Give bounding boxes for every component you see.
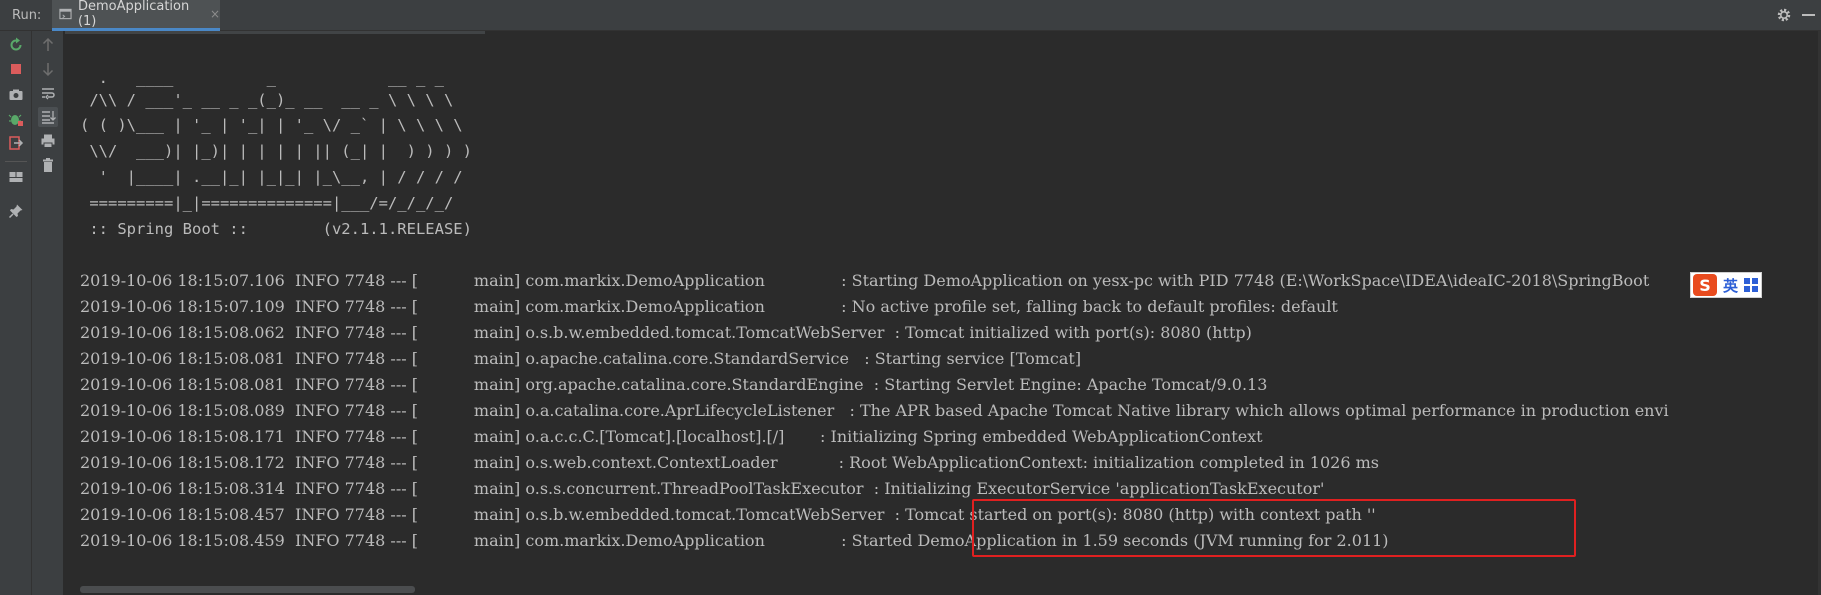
log-line: 2019-10-06 18:15:08.089 INFO 7748 --- [ …	[80, 401, 1669, 420]
rerun-icon	[10, 37, 22, 51]
run-label: Run:	[12, 8, 42, 23]
scroll-to-end-icon	[42, 111, 56, 124]
exit-icon	[9, 136, 24, 150]
debug-icon	[8, 114, 23, 126]
log-line: 2019-10-06 18:15:07.106 INFO 7748 --- [ …	[80, 271, 1650, 290]
run-tool-window: Run: DemoApplication (1) × . ____ _ __ _…	[0, 0, 1821, 595]
grid-icon	[1744, 278, 1759, 292]
soft-wrap-icon	[42, 88, 55, 100]
banner-line: \\/ ___)| |_)| | | | | || (_| | ) ) ) )	[80, 142, 472, 160]
rerun-button[interactable]	[6, 35, 26, 55]
stop-button[interactable]	[6, 59, 26, 79]
pin-icon	[8, 204, 23, 219]
minimize-icon[interactable]	[1802, 14, 1815, 16]
close-icon[interactable]: ×	[210, 7, 220, 21]
debug-button[interactable]	[6, 109, 26, 129]
stop-icon	[11, 64, 21, 74]
banner-line: =========|_|==============|___/=/_/_/_/	[80, 194, 454, 212]
down-arrow-icon	[42, 63, 54, 77]
gear-icon[interactable]	[1775, 6, 1793, 24]
top-scrollbar[interactable]	[65, 31, 485, 34]
exit-button[interactable]	[6, 133, 26, 153]
print-icon	[41, 134, 55, 148]
camera-icon	[9, 89, 23, 100]
horizontal-scrollbar[interactable]	[80, 586, 415, 593]
log-line: 2019-10-06 18:15:07.109 INFO 7748 --- [ …	[80, 297, 1338, 316]
console-toolbar	[32, 31, 64, 595]
run-header: Run: DemoApplication (1) ×	[0, 0, 1821, 31]
ime-language-label: 英	[1723, 276, 1739, 295]
console-icon	[59, 8, 72, 20]
pin-tab-button[interactable]	[6, 201, 26, 221]
log-line: 2019-10-06 18:15:08.459 INFO 7748 --- [ …	[80, 531, 1389, 550]
tab-title: DemoApplication (1)	[77, 0, 190, 29]
toolbar-separator	[5, 161, 27, 162]
console-output[interactable]: . ____ _ __ _ _ /\\ / ___'_ __ _ _(_)_ _…	[65, 31, 1821, 595]
previous-occurrence-button[interactable]	[38, 35, 58, 55]
log-line: 2019-10-06 18:15:08.062 INFO 7748 --- [ …	[80, 323, 1252, 342]
clear-all-button[interactable]	[38, 155, 58, 175]
print-button[interactable]	[38, 131, 58, 151]
tab-demo-application[interactable]: DemoApplication (1) ×	[52, 0, 220, 31]
dump-threads-button[interactable]	[6, 85, 26, 105]
log-line: 2019-10-06 18:15:08.081 INFO 7748 --- [ …	[80, 375, 1268, 394]
ime-toolbar[interactable]: S 英	[1690, 272, 1762, 298]
scroll-to-end-button[interactable]	[38, 107, 58, 127]
log-line: 2019-10-06 18:15:08.171 INFO 7748 --- [ …	[80, 427, 1263, 446]
log-line: 2019-10-06 18:15:08.081 INFO 7748 --- [ …	[80, 349, 1082, 368]
log-line: 2019-10-06 18:15:08.457 INFO 7748 --- [ …	[80, 505, 1376, 524]
banner-line: /\\ / ___'_ __ _ _(_)_ __ __ _ \ \ \ \	[80, 91, 454, 109]
banner-line: :: Spring Boot :: (v2.1.1.RELEASE)	[80, 220, 472, 238]
soft-wrap-button[interactable]	[38, 83, 58, 103]
sogou-logo-icon: S	[1693, 274, 1717, 296]
layout-icon	[9, 172, 23, 182]
banner-line: ' |____| .__|_| |_|_| |_\__, | / / / /	[80, 168, 463, 186]
banner-line: ( ( )\___ | '_ | '_| | '_ \/ _` | \ \ \ …	[80, 116, 463, 134]
trash-icon	[43, 158, 53, 172]
next-occurrence-button[interactable]	[38, 59, 58, 79]
up-arrow-icon	[42, 37, 54, 51]
restore-layout-button[interactable]	[6, 167, 26, 187]
log-line: 2019-10-06 18:15:08.172 INFO 7748 --- [ …	[80, 453, 1379, 472]
log-line: 2019-10-06 18:15:08.314 INFO 7748 --- [ …	[80, 479, 1325, 498]
left-toolbar	[0, 31, 32, 595]
